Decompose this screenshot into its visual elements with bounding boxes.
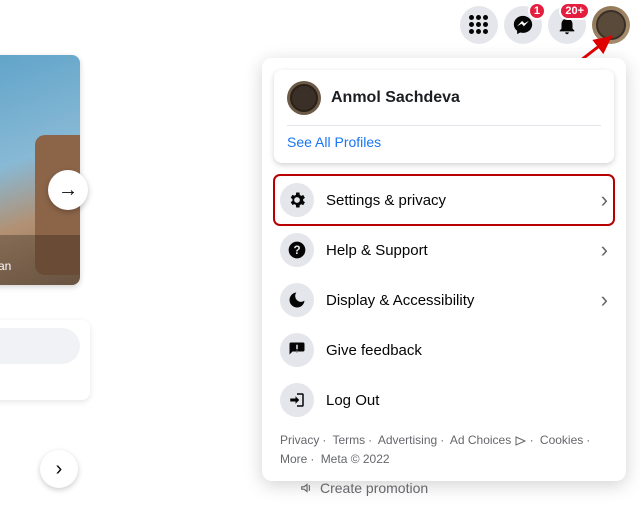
logout-icon [280, 383, 314, 417]
dropdown-footer: Privacy· Terms· Advertising· Ad Choices … [274, 425, 614, 469]
footer-privacy[interactable]: Privacy [280, 433, 319, 447]
chevron-right-icon: › [601, 289, 608, 311]
messenger-button[interactable]: 1 [504, 6, 542, 44]
profile-card: Anmol Sachdeva See All Profiles [274, 70, 614, 163]
footer-terms[interactable]: Terms [332, 433, 365, 447]
svg-text:?: ? [293, 244, 300, 257]
footer-adchoices[interactable]: Ad Choices [450, 433, 511, 447]
menu-settings-privacy[interactable]: Settings & privacy › [274, 175, 614, 225]
menu-display-accessibility[interactable]: Display & Accessibility › [274, 275, 614, 325]
story-next-button[interactable]: → [48, 170, 88, 210]
adchoices-icon [515, 436, 527, 446]
menu-help-support[interactable]: ? Help & Support › [274, 225, 614, 275]
account-avatar-button[interactable] [592, 6, 630, 44]
gear-icon [280, 183, 314, 217]
chevron-right-icon: › [601, 189, 608, 211]
notifications-badge: 20+ [559, 2, 590, 20]
menu-label: Help & Support [326, 242, 601, 259]
create-promotion-label: Create promotion [320, 480, 428, 496]
footer-more[interactable]: More [280, 452, 307, 466]
menu-log-out[interactable]: Log Out [274, 375, 614, 425]
grid-icon [469, 15, 489, 35]
menu-grid-button[interactable] [460, 6, 498, 44]
left-next-button[interactable]: › [40, 450, 78, 488]
story-caption: man [0, 235, 80, 285]
divider [287, 125, 601, 126]
profile-name: Anmol Sachdeva [331, 89, 460, 107]
footer-advertising[interactable]: Advertising [378, 433, 437, 447]
left-pill-button[interactable] [0, 328, 80, 364]
footer-meta: Meta © 2022 [321, 452, 390, 466]
messenger-badge: 1 [528, 2, 546, 20]
footer-cookies[interactable]: Cookies [540, 433, 583, 447]
chevron-right-icon: › [56, 458, 63, 481]
megaphone-icon [300, 481, 314, 495]
menu-label: Log Out [326, 392, 608, 409]
notifications-button[interactable]: 20+ [548, 6, 586, 44]
arrow-right-icon: → [58, 179, 78, 202]
account-dropdown: Anmol Sachdeva See All Profiles Settings… [262, 58, 626, 481]
menu-give-feedback[interactable]: Give feedback [274, 325, 614, 375]
menu-label: Display & Accessibility [326, 292, 601, 309]
help-icon: ? [280, 233, 314, 267]
avatar-icon [287, 81, 321, 115]
profile-row[interactable]: Anmol Sachdeva [287, 81, 601, 115]
see-all-profiles-link[interactable]: See All Profiles [287, 134, 601, 150]
menu-label: Settings & privacy [326, 192, 601, 209]
moon-icon [280, 283, 314, 317]
menu-label: Give feedback [326, 342, 608, 359]
create-promotion-link[interactable]: Create promotion [300, 480, 428, 496]
chevron-right-icon: › [601, 239, 608, 261]
feedback-icon [280, 333, 314, 367]
